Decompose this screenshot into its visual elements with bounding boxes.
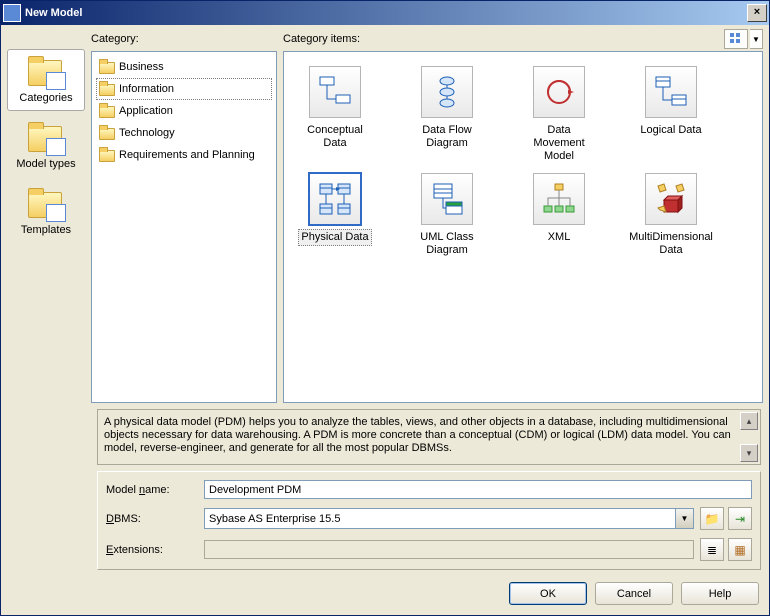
dialog-title: New Model bbox=[25, 7, 747, 19]
close-button[interactable]: × bbox=[747, 4, 767, 22]
model-name-label: Model name: bbox=[106, 484, 198, 496]
grid-icon bbox=[730, 33, 742, 45]
package-icon: ▦ bbox=[734, 543, 745, 557]
item-label: Conceptual Data bbox=[294, 122, 376, 152]
item-label: MultiDimensional Data bbox=[626, 229, 716, 259]
fields-group: Model name: DBMS: ▼ 📁 ⇥ Extensions: ≣ ▦ bbox=[97, 471, 761, 570]
table-icon bbox=[318, 182, 352, 216]
diagram-icon bbox=[654, 75, 688, 109]
folder-icon bbox=[26, 56, 66, 88]
chevron-down-icon: ▾ bbox=[747, 447, 752, 460]
folder-icon bbox=[99, 82, 115, 96]
sidebar-item-categories[interactable]: Categories bbox=[7, 49, 85, 111]
folder-icon bbox=[99, 104, 115, 118]
new-model-dialog: New Model × Categories Model types Templ… bbox=[0, 0, 770, 616]
dbms-combo[interactable]: ▼ bbox=[204, 508, 694, 529]
view-mode-button[interactable] bbox=[724, 29, 748, 49]
help-button[interactable]: Help bbox=[681, 582, 759, 605]
category-items-label: Category items: bbox=[283, 33, 360, 45]
item-data-movement-model[interactable]: Data Movement Model bbox=[518, 66, 600, 165]
description-box: A physical data model (PDM) helps you to… bbox=[97, 409, 761, 465]
cancel-button[interactable]: Cancel bbox=[595, 582, 673, 605]
item-conceptual-data[interactable]: Conceptual Data bbox=[294, 66, 376, 165]
category-item-label: Technology bbox=[119, 127, 175, 139]
extensions-list-button[interactable]: ≣ bbox=[700, 538, 724, 561]
folder-icon bbox=[99, 60, 115, 74]
chevron-down-icon: ▼ bbox=[752, 35, 760, 44]
dbms-label: DBMS: bbox=[106, 513, 198, 525]
tree-icon bbox=[542, 182, 576, 216]
import-icon: ⇥ bbox=[735, 512, 745, 526]
category-items-list[interactable]: Conceptual Data Data Flow Diagram Data M… bbox=[283, 51, 763, 403]
category-item-label: Business bbox=[119, 61, 164, 73]
folder-icon bbox=[99, 148, 115, 162]
ok-button[interactable]: OK bbox=[509, 582, 587, 605]
uml-icon bbox=[430, 182, 464, 216]
item-label: Data Movement Model bbox=[518, 122, 600, 165]
cube-icon bbox=[654, 182, 688, 216]
extensions-field bbox=[204, 540, 694, 559]
list-icon: ≣ bbox=[707, 543, 717, 557]
extensions-label: Extensions: bbox=[106, 544, 198, 556]
description-text: A physical data model (PDM) helps you to… bbox=[104, 416, 731, 454]
app-icon bbox=[3, 4, 21, 22]
item-label: XML bbox=[545, 229, 574, 246]
dbms-browse-button[interactable]: 📁 bbox=[700, 507, 724, 530]
category-item-label: Information bbox=[119, 83, 174, 95]
scroll-down-button[interactable]: ▾ bbox=[740, 444, 758, 462]
sidebar-item-label: Categories bbox=[19, 92, 72, 104]
folder-icon bbox=[99, 126, 115, 140]
chevron-up-icon: ▴ bbox=[747, 415, 752, 428]
item-label: Logical Data bbox=[637, 122, 704, 139]
movement-icon bbox=[542, 75, 576, 109]
view-mode-dropdown[interactable]: ▼ bbox=[750, 29, 763, 49]
dbms-input[interactable] bbox=[204, 508, 675, 529]
category-item-technology[interactable]: Technology bbox=[96, 122, 272, 144]
item-label: Data Flow Diagram bbox=[406, 122, 488, 152]
dialog-buttons: OK Cancel Help bbox=[1, 576, 769, 615]
category-label: Category: bbox=[91, 33, 139, 45]
category-item-label: Application bbox=[119, 105, 173, 117]
item-multidimensional-data[interactable]: MultiDimensional Data bbox=[630, 173, 712, 259]
item-label: UML Class Diagram bbox=[406, 229, 488, 259]
sidebar-item-templates[interactable]: Templates bbox=[7, 181, 85, 243]
folder-icon bbox=[26, 122, 66, 154]
item-logical-data[interactable]: Logical Data bbox=[630, 66, 712, 165]
category-item-requirements[interactable]: Requirements and Planning bbox=[96, 144, 272, 166]
flow-icon bbox=[430, 75, 464, 109]
category-list[interactable]: Business Information Application Technol… bbox=[91, 51, 277, 403]
item-label: Physical Data bbox=[298, 229, 371, 246]
folder-open-icon: 📁 bbox=[705, 512, 720, 526]
sidebar-item-label: Templates bbox=[21, 224, 71, 236]
item-data-flow-diagram[interactable]: Data Flow Diagram bbox=[406, 66, 488, 165]
title-bar: New Model × bbox=[1, 1, 769, 25]
category-pane: Category: Business Information Applicati… bbox=[91, 31, 277, 403]
category-item-information[interactable]: Information bbox=[96, 78, 272, 100]
item-uml-class-diagram[interactable]: UML Class Diagram bbox=[406, 173, 488, 259]
extensions-manage-button[interactable]: ▦ bbox=[728, 538, 752, 561]
category-item-label: Requirements and Planning bbox=[119, 149, 255, 161]
dbms-dropdown-button[interactable]: ▼ bbox=[675, 508, 694, 529]
category-item-application[interactable]: Application bbox=[96, 100, 272, 122]
sidebar: Categories Model types Templates bbox=[7, 31, 85, 403]
category-items-pane: Category items: ▼ Conceptual Data Data F… bbox=[283, 31, 763, 403]
folder-icon bbox=[26, 188, 66, 220]
category-item-business[interactable]: Business bbox=[96, 56, 272, 78]
chevron-down-icon: ▼ bbox=[681, 514, 689, 523]
sidebar-item-model-types[interactable]: Model types bbox=[7, 115, 85, 177]
model-name-input[interactable] bbox=[204, 480, 752, 499]
scroll-up-button[interactable]: ▴ bbox=[740, 412, 758, 430]
item-physical-data[interactable]: Physical Data bbox=[294, 173, 376, 259]
dbms-import-button[interactable]: ⇥ bbox=[728, 507, 752, 530]
item-xml[interactable]: XML bbox=[518, 173, 600, 259]
diagram-icon bbox=[318, 75, 352, 109]
sidebar-item-label: Model types bbox=[16, 158, 75, 170]
